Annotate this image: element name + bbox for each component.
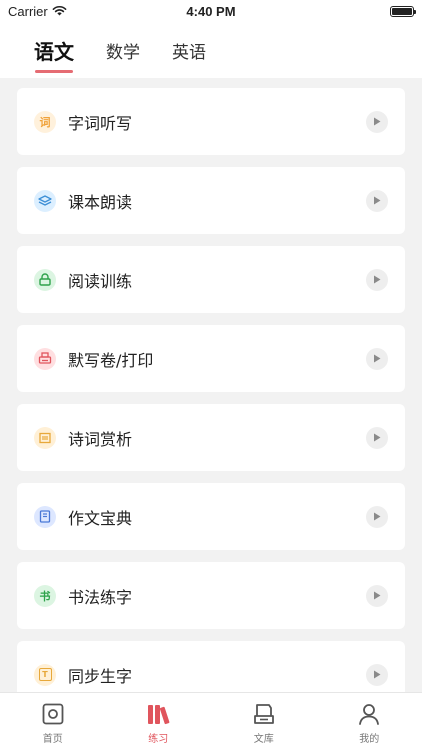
list-item-label: 默写卷/打印 xyxy=(68,350,154,370)
play-arrow-icon[interactable] xyxy=(366,584,388,607)
status-bar: Carrier 4:40 PM xyxy=(0,0,422,22)
sync-characters-icon: T xyxy=(34,663,56,686)
carrier-label: Carrier xyxy=(8,3,48,19)
list-item-textbook-reading[interactable]: 课本朗读 xyxy=(17,167,405,234)
tabbar-item-practice[interactable]: 练习 xyxy=(106,693,212,750)
poetry-scroll-icon xyxy=(34,426,56,449)
tabbar-label: 练习 xyxy=(148,734,169,745)
list-item-label: 诗词赏析 xyxy=(68,429,133,449)
bottom-tab-bar: 首页 练习 文库 我的 xyxy=(0,692,422,750)
list-item-label: 作文宝典 xyxy=(68,508,133,528)
list-item-label: 字词听写 xyxy=(68,113,133,133)
status-left: Carrier xyxy=(8,4,67,19)
list-item-label: 同步生字 xyxy=(68,666,133,686)
play-arrow-icon[interactable] xyxy=(366,347,388,370)
battery-icon xyxy=(390,5,416,17)
home-icon xyxy=(40,701,66,727)
tabbar-item-profile[interactable]: 我的 xyxy=(317,693,422,750)
tabbar-item-library[interactable]: 文库 xyxy=(211,693,317,750)
subject-tabs: 语文 数学 英语 xyxy=(0,22,422,78)
wifi-icon xyxy=(52,4,67,19)
play-arrow-icon[interactable] xyxy=(366,189,388,212)
list-item-essay-guide[interactable]: 作文宝典 xyxy=(17,483,405,550)
essay-book-icon xyxy=(34,505,56,528)
profile-icon xyxy=(356,701,382,727)
tab-chinese[interactable]: 语文 xyxy=(34,22,74,78)
play-arrow-icon[interactable] xyxy=(366,426,388,449)
play-arrow-icon[interactable] xyxy=(366,663,388,686)
list-item-dictation-print[interactable]: 默写卷/打印 xyxy=(17,325,405,392)
list-item-word-dictation[interactable]: 词 字词听写 xyxy=(17,88,405,155)
list-item-label: 阅读训练 xyxy=(68,271,133,291)
tabbar-item-home[interactable]: 首页 xyxy=(0,693,106,750)
list-item-reading-training[interactable]: 阅读训练 xyxy=(17,246,405,313)
word-dictation-icon: 词 xyxy=(34,110,56,133)
play-arrow-icon[interactable] xyxy=(366,110,388,133)
feature-list: 词 字词听写 课本朗读 阅读训练 默写卷/打印 诗词赏析 作文宝典 书 书法练字… xyxy=(17,88,405,720)
printer-icon xyxy=(34,347,56,370)
calligraphy-icon: 书 xyxy=(34,584,56,607)
list-item-calligraphy[interactable]: 书 书法练字 xyxy=(17,562,405,629)
list-item-label: 课本朗读 xyxy=(68,192,133,212)
tab-math[interactable]: 数学 xyxy=(106,22,140,78)
list-item-label: 书法练字 xyxy=(68,587,133,607)
tab-english[interactable]: 英语 xyxy=(172,22,206,78)
tabbar-label: 首页 xyxy=(42,734,63,745)
textbook-reading-icon xyxy=(34,189,56,212)
tabbar-label: 我的 xyxy=(359,734,380,745)
battery-level xyxy=(392,7,412,15)
reading-training-icon xyxy=(34,268,56,291)
list-item-poetry-appreciation[interactable]: 诗词赏析 xyxy=(17,404,405,471)
tabbar-label: 文库 xyxy=(253,734,274,745)
sync-characters-glyph: T xyxy=(38,668,52,681)
play-arrow-icon[interactable] xyxy=(366,268,388,291)
practice-icon xyxy=(145,701,171,727)
play-arrow-icon[interactable] xyxy=(366,505,388,528)
library-icon xyxy=(251,701,277,727)
